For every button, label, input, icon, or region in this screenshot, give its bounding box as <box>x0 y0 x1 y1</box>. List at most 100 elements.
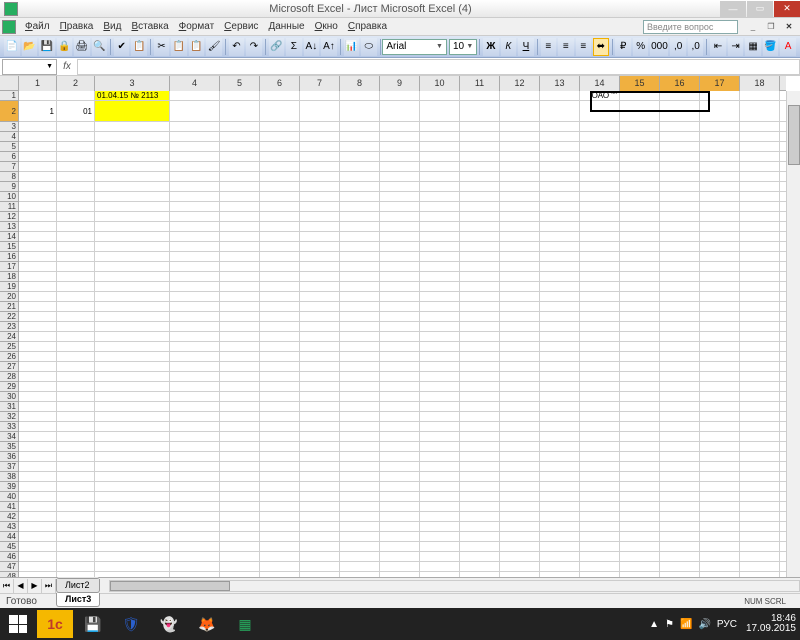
cell-r39c8[interactable] <box>340 482 380 491</box>
menu-Справка[interactable]: Справка <box>343 21 392 32</box>
preview-button[interactable]: 🔍 <box>92 38 108 56</box>
cell-r45c10[interactable] <box>420 542 460 551</box>
cell-r31c15[interactable] <box>620 402 660 411</box>
cell-r41c8[interactable] <box>340 502 380 511</box>
col-header-17[interactable]: 17 <box>700 76 740 91</box>
cell-r12c13[interactable] <box>540 212 580 221</box>
tab-nav-last[interactable]: ⏭ <box>42 579 56 593</box>
copy-button[interactable]: 📋 <box>171 38 187 56</box>
cell-r1c7[interactable] <box>300 91 340 100</box>
cell-r24c12[interactable] <box>500 332 540 341</box>
cell-r10c6[interactable] <box>260 192 300 201</box>
cell-r9c3[interactable] <box>95 182 170 191</box>
cell-r47c9[interactable] <box>380 562 420 571</box>
cell-r41c13[interactable] <box>540 502 580 511</box>
menu-Формат[interactable]: Формат <box>174 21 220 32</box>
cell-r2c6[interactable] <box>260 101 300 121</box>
cell-r17c16[interactable] <box>660 262 700 271</box>
cell-r11c4[interactable] <box>170 202 220 211</box>
cell-r7c4[interactable] <box>170 162 220 171</box>
cell-r15c3[interactable] <box>95 242 170 251</box>
cell-r9c2[interactable] <box>57 182 95 191</box>
cell-r26c17[interactable] <box>700 352 740 361</box>
cell-r2c11[interactable] <box>460 101 500 121</box>
cell-r43c6[interactable] <box>260 522 300 531</box>
cell-r44c7[interactable] <box>300 532 340 541</box>
cell-r13c8[interactable] <box>340 222 380 231</box>
cell-r43c3[interactable] <box>95 522 170 531</box>
cell-r26c10[interactable] <box>420 352 460 361</box>
cell-r2c10[interactable] <box>420 101 460 121</box>
cell-r1c8[interactable] <box>340 91 380 100</box>
cell-r23c13[interactable] <box>540 322 580 331</box>
decrease-decimal-button[interactable]: ,0 <box>688 38 704 56</box>
row-header-16[interactable]: 16 <box>0 252 18 262</box>
cell-r23c16[interactable] <box>660 322 700 331</box>
cell-r39c1[interactable] <box>19 482 57 491</box>
cell-r45c11[interactable] <box>460 542 500 551</box>
cell-r3c16[interactable] <box>660 122 700 131</box>
cell-r19c7[interactable] <box>300 282 340 291</box>
cell-r24c11[interactable] <box>460 332 500 341</box>
cell-r37c4[interactable] <box>170 462 220 471</box>
cell-r35c11[interactable] <box>460 442 500 451</box>
cell-r8c7[interactable] <box>300 172 340 181</box>
cell-r37c6[interactable] <box>260 462 300 471</box>
cell-r31c3[interactable] <box>95 402 170 411</box>
cell-r37c8[interactable] <box>340 462 380 471</box>
cell-r34c6[interactable] <box>260 432 300 441</box>
research-button[interactable]: 📋 <box>131 38 147 56</box>
row-header-28[interactable]: 28 <box>0 372 18 382</box>
row-header-31[interactable]: 31 <box>0 402 18 412</box>
cell-r39c11[interactable] <box>460 482 500 491</box>
cell-r48c9[interactable] <box>380 572 420 577</box>
cell-r32c11[interactable] <box>460 412 500 421</box>
cell-r35c9[interactable] <box>380 442 420 451</box>
increase-indent-button[interactable]: ⇥ <box>728 38 744 56</box>
cell-r43c9[interactable] <box>380 522 420 531</box>
cell-r19c8[interactable] <box>340 282 380 291</box>
select-all-corner[interactable] <box>0 76 19 91</box>
cell-r36c17[interactable] <box>700 452 740 461</box>
cell-r40c7[interactable] <box>300 492 340 501</box>
cell-r21c12[interactable] <box>500 302 540 311</box>
col-header-4[interactable]: 4 <box>170 76 220 91</box>
cell-r40c16[interactable] <box>660 492 700 501</box>
cell-r17c17[interactable] <box>700 262 740 271</box>
cell-r31c2[interactable] <box>57 402 95 411</box>
cell-r45c3[interactable] <box>95 542 170 551</box>
cell-r4c18[interactable] <box>740 132 780 141</box>
row-header-37[interactable]: 37 <box>0 462 18 472</box>
cell-r22c16[interactable] <box>660 312 700 321</box>
cell-r27c15[interactable] <box>620 362 660 371</box>
cell-r26c13[interactable] <box>540 352 580 361</box>
cell-r13c10[interactable] <box>420 222 460 231</box>
row-header-24[interactable]: 24 <box>0 332 18 342</box>
cell-r37c10[interactable] <box>420 462 460 471</box>
cell-r44c6[interactable] <box>260 532 300 541</box>
row-header-17[interactable]: 17 <box>0 262 18 272</box>
cell-r1c18[interactable] <box>740 91 780 100</box>
cell-r14c2[interactable] <box>57 232 95 241</box>
cell-r34c3[interactable] <box>95 432 170 441</box>
cell-r34c16[interactable] <box>660 432 700 441</box>
cell-r26c4[interactable] <box>170 352 220 361</box>
cell-r34c1[interactable] <box>19 432 57 441</box>
cell-r17c3[interactable] <box>95 262 170 271</box>
cell-r12c6[interactable] <box>260 212 300 221</box>
cell-r13c12[interactable] <box>500 222 540 231</box>
cell-r45c16[interactable] <box>660 542 700 551</box>
cell-r44c16[interactable] <box>660 532 700 541</box>
cell-r43c12[interactable] <box>500 522 540 531</box>
cell-r13c9[interactable] <box>380 222 420 231</box>
cell-r8c11[interactable] <box>460 172 500 181</box>
bold-button[interactable]: Ж <box>483 38 499 56</box>
cell-r46c7[interactable] <box>300 552 340 561</box>
cell-r5c8[interactable] <box>340 142 380 151</box>
format-painter-button[interactable]: 🖌 <box>206 38 222 56</box>
cell-r33c18[interactable] <box>740 422 780 431</box>
cell-r11c16[interactable] <box>660 202 700 211</box>
cell-r47c3[interactable] <box>95 562 170 571</box>
cell-r44c3[interactable] <box>95 532 170 541</box>
cell-r3c14[interactable] <box>580 122 620 131</box>
